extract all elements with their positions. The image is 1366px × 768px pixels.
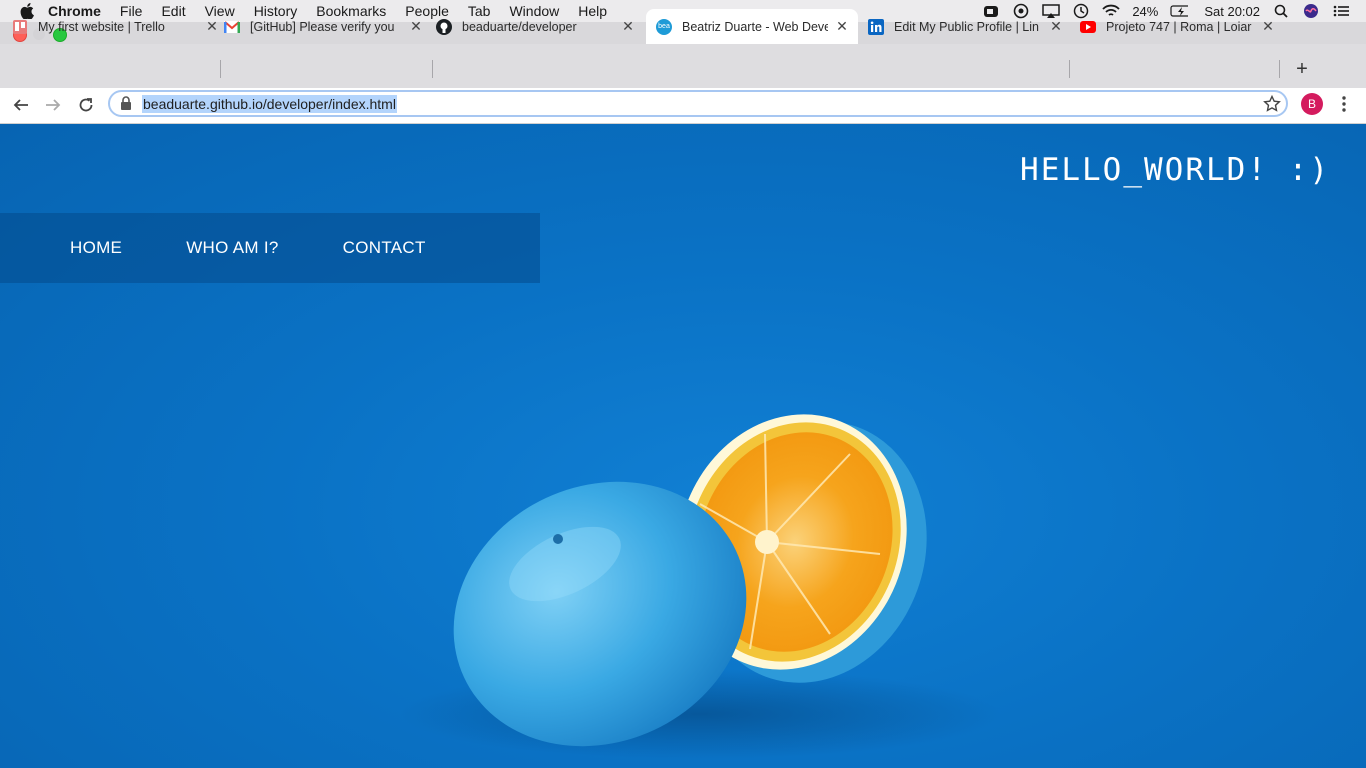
tab-divider bbox=[1279, 60, 1280, 78]
notification-center-icon[interactable] bbox=[1332, 4, 1350, 18]
tab-github[interactable]: beaduarte/developer ✕ bbox=[436, 9, 636, 44]
close-icon[interactable]: ✕ bbox=[834, 18, 850, 35]
hero-title: HELLO_WORLD! :) bbox=[1020, 152, 1330, 188]
tab-title: My first website | Trello bbox=[38, 19, 165, 34]
github-icon bbox=[436, 18, 452, 35]
profile-avatar[interactable]: B bbox=[1301, 93, 1323, 115]
tab-strip bbox=[0, 44, 1366, 88]
tab-title: Beatriz Duarte - Web Deve bbox=[682, 19, 828, 34]
menu-kebab-icon[interactable] bbox=[1336, 95, 1352, 113]
new-tab-button[interactable]: + bbox=[1292, 58, 1312, 80]
nav-home[interactable]: HOME bbox=[70, 238, 122, 258]
tab-title: [GitHub] Please verify you bbox=[250, 19, 395, 34]
close-icon[interactable]: ✕ bbox=[1048, 18, 1064, 35]
tab-youtube[interactable]: Projeto 747 | Roma | Loiar ✕ bbox=[1080, 9, 1276, 44]
youtube-icon bbox=[1080, 19, 1096, 35]
tab-gmail[interactable]: [GitHub] Please verify you ✕ bbox=[224, 9, 424, 44]
nav-who-am-i[interactable]: WHO AM I? bbox=[186, 238, 278, 258]
close-icon[interactable]: ✕ bbox=[1260, 18, 1276, 35]
tab-linkedin[interactable]: Edit My Public Profile | Lin ✕ bbox=[868, 9, 1064, 44]
close-icon[interactable]: ✕ bbox=[204, 18, 220, 35]
tab-trello[interactable]: My first website | Trello ✕ bbox=[12, 9, 220, 44]
reload-button[interactable] bbox=[75, 94, 97, 116]
trello-icon bbox=[12, 19, 28, 35]
forward-button[interactable] bbox=[42, 94, 64, 116]
tab-title: Edit My Public Profile | Lin bbox=[894, 19, 1039, 34]
web-page: HELLO_WORLD! :) HOME WHO AM I? CONTACT bbox=[0, 124, 1366, 768]
tab-divider bbox=[220, 60, 221, 78]
nav-contact[interactable]: CONTACT bbox=[343, 238, 426, 258]
tab-divider bbox=[432, 60, 433, 78]
siri-icon[interactable] bbox=[1302, 4, 1320, 18]
tab-title: Projeto 747 | Roma | Loiar bbox=[1106, 19, 1252, 34]
close-icon[interactable]: ✕ bbox=[408, 18, 424, 35]
url-text[interactable]: beaduarte.github.io/developer/index.html bbox=[142, 95, 397, 113]
site-nav: HOME WHO AM I? CONTACT bbox=[0, 213, 540, 283]
back-button[interactable] bbox=[10, 94, 32, 116]
bea-favicon: bea bbox=[656, 18, 672, 35]
lock-icon[interactable] bbox=[120, 96, 132, 110]
gmail-icon bbox=[224, 19, 240, 35]
tab-title: beaduarte/developer bbox=[462, 19, 577, 34]
bookmark-star-icon[interactable] bbox=[1263, 94, 1281, 113]
close-icon[interactable]: ✕ bbox=[620, 18, 636, 35]
tab-beatriz-duarte[interactable]: bea Beatriz Duarte - Web Deve ✕ bbox=[646, 9, 858, 44]
linkedin-icon bbox=[868, 18, 884, 35]
tab-divider bbox=[1069, 60, 1070, 78]
